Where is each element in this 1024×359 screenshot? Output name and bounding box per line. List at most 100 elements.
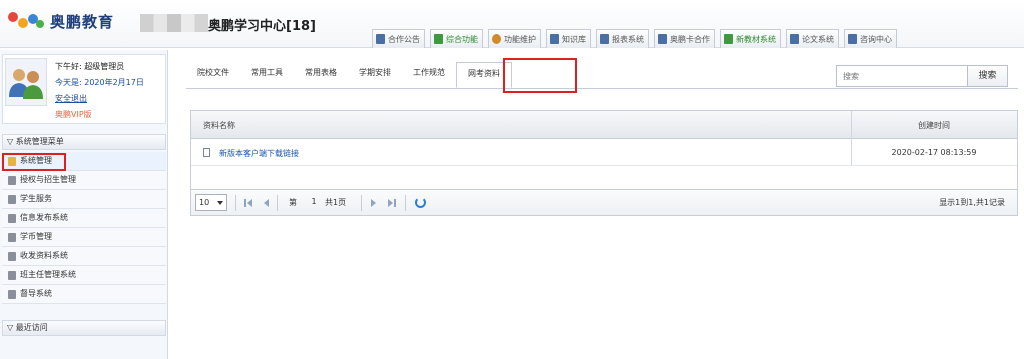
tab-common-tools[interactable]: 常用工具 [240,62,294,88]
sidebar: 下午好: 超级管理员 今天是: 2020年2月17日 安全退出 奥鹏VIP版 ▽… [0,50,168,359]
tab-work-standards[interactable]: 工作规范 [402,62,456,88]
menu-item-student-service[interactable]: 学生服务 [2,190,166,209]
logo-mark-icon [6,8,46,34]
data-grid: 资料名称 创建时间 新版本客户端下载链接 2020-02-17 08:13:59… [190,110,1018,216]
book-icon [550,34,559,44]
help-icon [848,34,857,44]
prev-page-icon[interactable] [261,198,271,208]
pager-divider [277,195,278,211]
tab-school-files[interactable]: 院校文件 [186,62,240,88]
menu-item-materials[interactable]: 收发资料系统 [2,247,166,266]
tab-divider [186,88,1018,89]
search-button[interactable]: 搜索 [968,65,1008,87]
grid-header: 资料名称 创建时间 [191,111,1017,139]
refresh-icon[interactable] [415,197,426,208]
topnav-label: 论文系统 [802,34,834,44]
column-header-name[interactable]: 资料名称 [203,120,235,131]
notice-icon [376,34,385,44]
recent-panel-header[interactable]: ▽ 最近访问 [2,320,166,336]
first-page-icon[interactable] [243,198,253,208]
menu-item-label: 收发资料系统 [20,251,68,260]
collapse-icon: ▽ [7,137,16,146]
topnav-label: 奥鹏卡合作 [670,34,710,44]
topnav-card[interactable]: 奥鹏卡合作 [654,29,715,48]
topnav-label: 报表系统 [612,34,644,44]
menu-panel-header[interactable]: ▽ 系统管理菜单 [2,134,166,150]
chevron-down-icon [217,201,223,205]
tab-bar: 院校文件 常用工具 常用表格 学期安排 工作规范 网考资料 [186,62,512,88]
last-page-icon[interactable] [387,198,397,208]
column-header-time[interactable]: 创建时间 [851,120,1017,131]
menu-item-label: 授权与招生管理 [20,175,76,184]
brand-name: 奥鹏教育 [50,12,115,31]
topnav-papers[interactable]: 论文系统 [786,29,839,48]
folder-icon [8,233,16,242]
menu-panel-title: 系统管理菜单 [15,137,64,146]
folder-icon [8,214,16,223]
folder-icon [8,252,16,261]
highlight-box-tab [503,58,577,93]
top-header: 奥鹏教育 奥鹏学习中心[18] 合作公告 综合功能 功能维护 知识库 报表系统 … [0,0,1024,48]
book-green-icon [724,34,733,44]
page-number-input[interactable]: 1 [307,195,321,210]
topnav-label: 功能维护 [504,34,536,44]
user-icon [492,34,501,44]
topnav-label: 知识库 [562,34,586,44]
page-total: 共1页 [325,198,347,207]
topnav-reports[interactable]: 报表系统 [596,29,649,48]
logout-link[interactable]: 安全退出 [55,93,87,104]
user-panel: 下午好: 超级管理员 今天是: 2020年2月17日 安全退出 奥鹏VIP版 [2,54,166,124]
menu-item-label: 督导系统 [20,289,52,298]
card-icon [658,34,667,44]
avatar [5,58,47,106]
record-summary: 显示1到1,共1记录 [939,198,1005,207]
topnav-label: 综合功能 [446,34,478,44]
created-time: 2020-02-17 08:13:59 [891,148,977,157]
top-nav: 合作公告 综合功能 功能维护 知识库 报表系统 奥鹏卡合作 新教材系统 论文系统… [372,29,902,48]
pagination-bar: 10 第 1 共1页 显示1到1,共1记录 [191,189,1017,215]
vip-badge: 奥鹏VIP版 [55,110,92,119]
folder-icon [8,176,16,185]
system-menu: 系统管理 授权与招生管理 学生服务 信息发布系统 学币管理 收发资料系统 班主任… [2,152,166,304]
menu-item-supervision[interactable]: 督导系统 [2,285,166,304]
search-input[interactable] [836,65,968,87]
report-icon [600,34,609,44]
date-text: 今天是: 2020年2月17日 [55,78,144,87]
topnav-functions[interactable]: 综合功能 [430,29,483,48]
highlight-box-menu [2,153,66,171]
topnav-maintenance[interactable]: 功能维护 [488,29,541,48]
topnav-textbooks[interactable]: 新教材系统 [720,29,781,48]
menu-item-authorization[interactable]: 授权与招生管理 [2,171,166,190]
folder-icon [8,271,16,280]
topnav-notice[interactable]: 合作公告 [372,29,425,48]
topnav-label: 新教材系统 [736,34,776,44]
site-title: 奥鹏学习中心[18] [208,19,316,34]
topnav-label: 合作公告 [388,34,420,44]
menu-item-label: 班主任管理系统 [20,270,76,279]
table-row[interactable]: 新版本客户端下载链接 2020-02-17 08:13:59 [191,140,1017,166]
menu-item-currency[interactable]: 学币管理 [2,228,166,247]
folder-icon [8,290,16,299]
topnav-help[interactable]: 咨询中心 [844,29,897,48]
next-page-icon[interactable] [369,198,379,208]
topnav-knowledge[interactable]: 知识库 [546,29,591,48]
users-icon [9,69,43,99]
pager-divider [361,195,362,211]
paper-icon [790,34,799,44]
collapse-icon: ▽ [7,323,16,332]
recent-panel-title: 最近访问 [15,323,48,332]
chart-icon [434,34,443,44]
page-prefix: 第 [289,198,297,207]
pager-divider [405,195,406,211]
greeting-text: 下午好: 超级管理员 [55,62,125,71]
page-size-select[interactable]: 10 [195,194,227,211]
folder-icon [8,195,16,204]
tab-semester-schedule[interactable]: 学期安排 [348,62,402,88]
redacted-area [140,14,208,32]
file-link[interactable]: 新版本客户端下载链接 [219,148,299,159]
menu-item-class-teacher[interactable]: 班主任管理系统 [2,266,166,285]
tab-common-forms[interactable]: 常用表格 [294,62,348,88]
document-icon [203,148,210,157]
topnav-label: 咨询中心 [860,34,892,44]
menu-item-info-publish[interactable]: 信息发布系统 [2,209,166,228]
